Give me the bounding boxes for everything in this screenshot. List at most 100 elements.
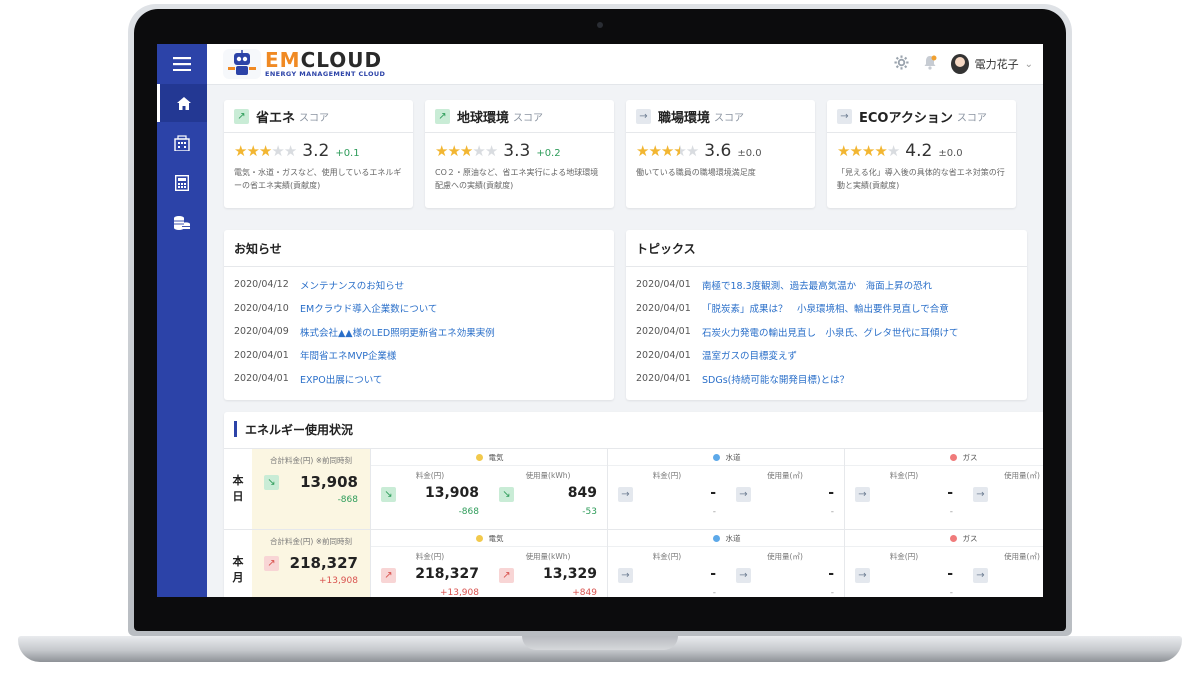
- app-logo[interactable]: EMCLOUD ENERGY MANAGEMENT CLOUD: [223, 48, 385, 80]
- cell-label: 使用量(kWh): [525, 552, 571, 561]
- star-icon: ★: [435, 142, 448, 160]
- star-icon: ★: [271, 142, 284, 160]
- cell-diff: -868: [458, 507, 479, 517]
- star-icon: ★: [874, 142, 887, 160]
- hamburger-icon[interactable]: [157, 46, 207, 82]
- score-description: CO２・原油など、省エネ実行による地球環境配慮への実績(貢献度): [435, 168, 599, 190]
- score-value: 4.2: [905, 141, 933, 161]
- water-dot-icon: [712, 534, 720, 542]
- score-title: 省エネ: [256, 110, 296, 126]
- score-description: 電気・水道・ガスなど、使用しているエネルギーの省エネ実績(貢献度): [234, 168, 402, 190]
- star-icon: ★: [660, 142, 674, 160]
- building-icon[interactable]: [157, 124, 207, 162]
- bell-icon[interactable]: [923, 55, 937, 74]
- list-item[interactable]: 2020/04/01 年間省エネMVP企業様: [234, 344, 604, 368]
- trend-flat-icon: →: [618, 568, 633, 583]
- score-title: 職場環境: [658, 110, 711, 126]
- score-card-energy-saving[interactable]: ↗ 省エネ スコア ★★★★★ 3.2 +0.1 電気・水道・ガスなど、使用しているエネ…: [224, 100, 413, 208]
- news-link[interactable]: 南極で18.3度観測、過去最高気温か 海面上昇の恐れ: [702, 278, 932, 292]
- news-date: 2020/04/12: [234, 279, 289, 291]
- app-screen: EMCLOUD ENERGY MANAGEMENT CLOUD 電力花子 ⌄ ↗…: [157, 44, 1043, 597]
- star-icon: ★: [648, 142, 661, 160]
- news-link[interactable]: 温室ガスの目標変えず: [702, 348, 797, 362]
- table-row: 本日 合計料金(円) ※前同時刻 ↘ 13,908 -868 電気 料金(円) ↘…: [224, 449, 1043, 530]
- list-item[interactable]: 2020/04/09 株式会社▲▲様のLED照明更新省エネ効果実例: [234, 320, 604, 344]
- score-value: 3.3: [503, 141, 531, 161]
- star-icon: ★: [258, 142, 272, 160]
- news-link[interactable]: 年間省エネMVP企業様: [300, 348, 396, 362]
- trend-flat-icon: →: [973, 487, 988, 502]
- calculator-icon[interactable]: [157, 164, 207, 202]
- news-link[interactable]: 石炭火力発電の輸出見直し 小泉氏、グレタ世代に耳傾けて: [702, 325, 959, 339]
- row-label-top: 本: [232, 555, 244, 568]
- list-item[interactable]: 2020/04/01 SDGs(持続可能な開発目標)とは？: [636, 367, 1017, 391]
- energy-table: 本日 合計料金(円) ※前同時刻 ↘ 13,908 -868 電気 料金(円) ↘…: [224, 448, 1043, 597]
- value-cell: 使用量(kWh) ↘ 849 -53: [489, 465, 607, 529]
- star-icon: ★: [459, 142, 473, 160]
- trend-up-icon: ↗: [381, 568, 396, 583]
- total-label: 合計料金(円) ※前同時刻: [269, 537, 353, 546]
- score-description: 働いている職員の職場環境満足度: [636, 168, 756, 177]
- news-link[interactable]: SDGs(持続可能な開発目標)とは？: [702, 372, 849, 386]
- cell-diff: -: [830, 507, 834, 517]
- trend-flat-icon: →: [855, 487, 870, 502]
- table-row: 本月 合計料金(円) ※前同時刻 ↗ 218,327 +13,908 電気 料金…: [224, 530, 1043, 597]
- electricity-dot-icon: [475, 453, 483, 461]
- total-diff: +13,908: [318, 576, 358, 586]
- cell-diff: -53: [582, 507, 597, 517]
- coins-icon[interactable]: [157, 204, 207, 242]
- water-dot-icon: [712, 453, 720, 461]
- news-date: 2020/04/01: [636, 279, 691, 291]
- row-label: 本日: [224, 449, 252, 529]
- logo-subtitle: ENERGY MANAGEMENT CLOUD: [265, 70, 386, 79]
- cell-value: 218,327: [415, 566, 479, 582]
- news-link[interactable]: 「脱炭素」成果は？ 小泉環境相、輸出要件見直しで合意: [702, 301, 949, 315]
- news-date: 2020/04/01: [636, 302, 691, 314]
- value-cell: 料金(円) → - -: [845, 546, 963, 597]
- score-card-global-environment[interactable]: ↗ 地球環境 スコア ★★★★★ 3.3 +0.2 CO２・原油など、省エネ実行による地…: [425, 100, 614, 208]
- star-icon: ★: [685, 142, 699, 160]
- list-item[interactable]: 2020/04/10 EMクラウド導入企業数について: [234, 297, 604, 321]
- score-title: 地球環境: [457, 110, 510, 126]
- list-item[interactable]: 2020/04/01 温室ガスの目標変えず: [636, 344, 1017, 368]
- value-cell: 料金(円) → - -: [608, 546, 726, 597]
- list-item[interactable]: 2020/04/12 メンテナンスのお知らせ: [234, 273, 604, 297]
- score-diff: +0.2: [536, 148, 561, 159]
- total-diff: -868: [337, 495, 358, 505]
- trend-up-icon: ↗: [499, 568, 514, 583]
- news-link[interactable]: 株式会社▲▲様のLED照明更新省エネ効果実例: [300, 325, 495, 339]
- category-name: ガス: [962, 533, 978, 543]
- total-cell: 合計料金(円) ※前同時刻 ↘ 13,908 -868: [252, 449, 370, 529]
- trend-flat-icon: →: [636, 108, 651, 124]
- cell-value: -: [828, 485, 834, 501]
- list-item[interactable]: 2020/04/01 EXPO出展について: [234, 367, 604, 391]
- cell-diff: -: [830, 588, 834, 597]
- star-icon: ★: [472, 142, 485, 160]
- home-icon[interactable]: [157, 84, 207, 122]
- cell-label: 使用量(㎥): [767, 552, 803, 561]
- news-link[interactable]: EXPO出展について: [300, 372, 382, 386]
- score-card-workplace-environment[interactable]: →職場環境スコア ★★★★★★3.6±0.0 働いている職員の職場環境満足度: [626, 100, 815, 208]
- news-date: 2020/04/01: [636, 373, 691, 385]
- category-water: 水道 料金(円) → - - 使用量(㎥) → - -: [607, 449, 845, 529]
- list-item[interactable]: 2020/04/01 南極で18.3度観測、過去最高気温か 海面上昇の恐れ: [636, 273, 1017, 297]
- trend-down-icon: ↘: [264, 475, 279, 490]
- news-link[interactable]: メンテナンスのお知らせ: [300, 278, 404, 292]
- score-card-eco-action[interactable]: → ECOアクション スコア ★★★★★ 4.2 ±0.0 「見える化」導入後の具体的な…: [827, 100, 1016, 208]
- avatar-icon: [950, 54, 969, 74]
- total-label: 合計料金(円) ※前同時刻: [269, 456, 353, 465]
- list-item[interactable]: 2020/04/01 「脱炭素」成果は？ 小泉環境相、輸出要件見直しで合意: [636, 297, 1017, 321]
- cell-value: 13,329: [542, 566, 597, 582]
- news-link[interactable]: EMクラウド導入企業数について: [300, 301, 437, 315]
- notices-title: お知らせ: [224, 230, 614, 267]
- cell-diff: +13,908: [439, 588, 479, 597]
- gear-icon[interactable]: [894, 54, 909, 74]
- cell-diff: -: [712, 507, 716, 517]
- sidebar: [157, 44, 207, 597]
- camera-icon: [597, 22, 603, 28]
- user-menu[interactable]: 電力花子 ⌄: [950, 54, 1033, 74]
- list-item[interactable]: 2020/04/01 石炭火力発電の輸出見直し 小泉氏、グレタ世代に耳傾けて: [636, 320, 1017, 344]
- row-label-top: 本: [232, 474, 244, 487]
- trend-down-icon: ↘: [499, 487, 514, 502]
- trend-flat-icon: →: [973, 568, 988, 583]
